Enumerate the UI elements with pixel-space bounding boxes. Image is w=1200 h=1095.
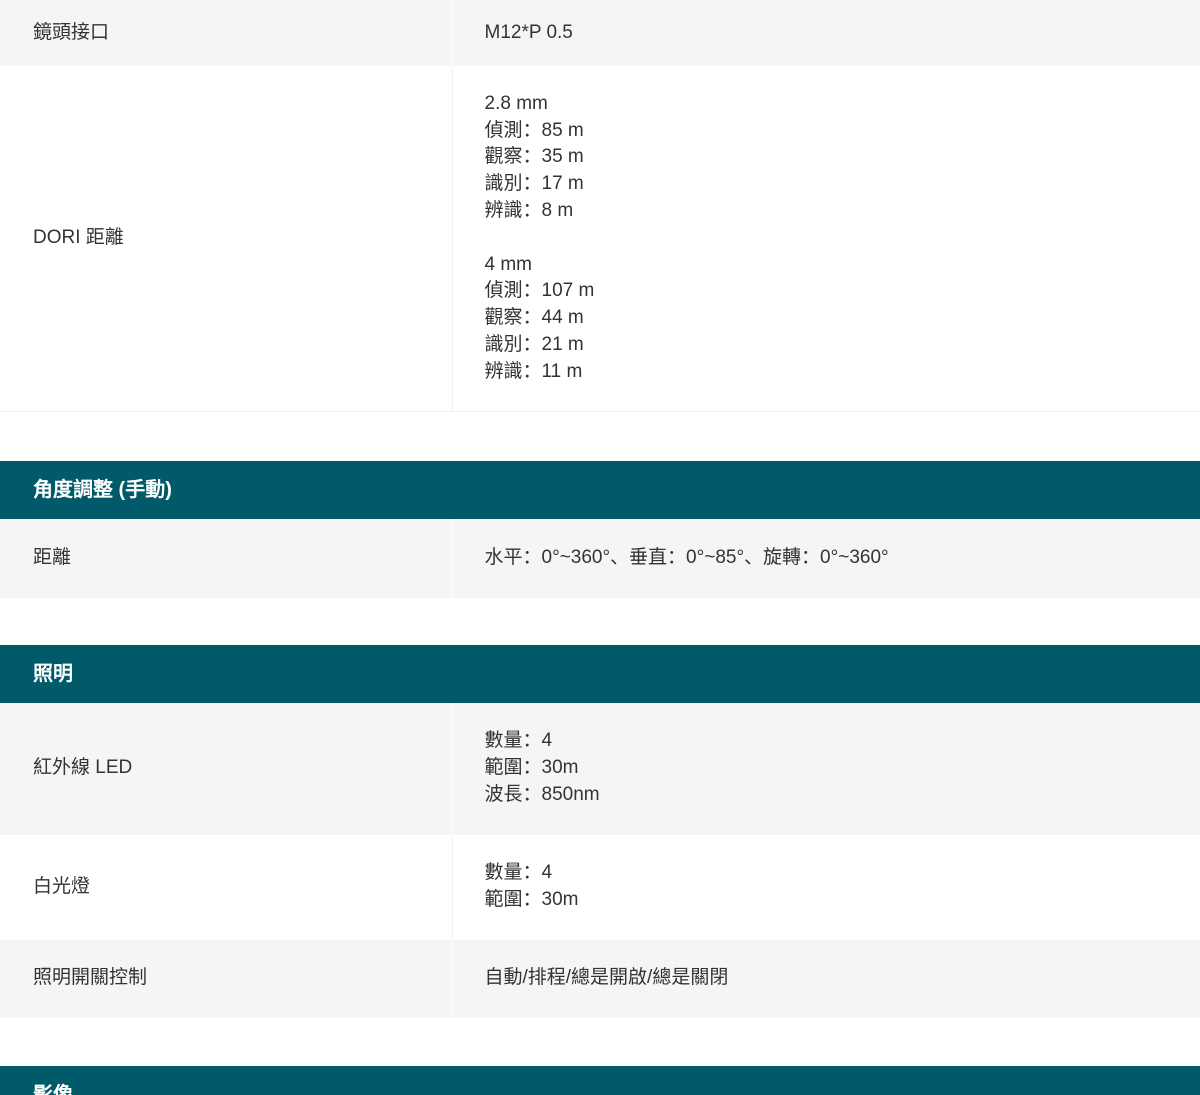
table-row: 白光燈 數量：4 範圍：30m [0,834,1200,940]
ir-led-line: 數量：4 [484,730,553,752]
lighting-section-header: 照明 [0,644,1200,703]
image-section-header: 影像 [0,1065,1200,1095]
lighting-spec-table: 紅外線 LED 數量：4 範圍：30m 波長：850nm 白光燈 數量：4 範圍… [0,702,1200,1018]
ir-led-line: 範圍：30m [484,757,579,779]
angle-range-value: 水平：0°~360°、垂直：0°~85°、旋轉：0°~360° [452,518,1200,598]
dori-line: 識別：21 m [484,334,584,356]
dori-line: 識別：17 m [484,173,584,195]
white-light-value: 數量：4 範圍：30m [452,834,1200,940]
dori-line: 辨識：11 m [484,360,583,382]
angle-range-label: 距離 [0,518,453,598]
dori-lens-heading: 2.8 mm [484,92,548,114]
dori-line: 觀察：44 m [484,307,584,329]
angle-section-header: 角度調整 (手動) [0,460,1200,519]
lens-interface-label: 鏡頭接口 [0,0,453,66]
dori-line: 偵測：85 m [484,119,584,141]
table-row: 距離 水平：0°~360°、垂直：0°~85°、旋轉：0°~360° [0,518,1200,598]
dori-lens-heading: 4 mm [484,253,533,275]
table-row: DORI 距離 2.8 mm 偵測：85 m 觀察：35 m 識別：17 m 辨… [0,66,1200,412]
table-row: 鏡頭接口 M12*P 0.5 [0,0,1200,66]
dori-line: 觀察：35 m [484,146,584,168]
lens-spec-table: 鏡頭接口 M12*P 0.5 DORI 距離 2.8 mm 偵測：85 m 觀察… [0,0,1200,412]
angle-spec-table: 距離 水平：0°~360°、垂直：0°~85°、旋轉：0°~360° [0,518,1200,598]
table-row: 紅外線 LED 數量：4 範圍：30m 波長：850nm [0,702,1200,835]
dori-group-gap [485,225,1200,252]
light-switch-value: 自動/排程/總是開啟/總是關閉 [452,939,1200,1018]
white-light-line: 範圍：30m [484,889,579,910]
dori-distance-label: DORI 距離 [0,66,453,412]
dori-line: 辨識：8 m [484,200,574,222]
white-light-line: 數量：4 [484,862,553,884]
dori-line: 偵測：107 m [484,280,595,302]
table-row: 照明開關控制 自動/排程/總是開啟/總是關閉 [0,939,1200,1018]
dori-distance-value: 2.8 mm 偵測：85 m 觀察：35 m 識別：17 m 辨識：8 m 4 … [452,66,1200,412]
spec-page: 鏡頭接口 M12*P 0.5 DORI 距離 2.8 mm 偵測：85 m 觀察… [0,0,1200,1095]
ir-led-value: 數量：4 範圍：30m 波長：850nm [452,702,1200,835]
light-switch-label: 照明開關控制 [0,939,453,1018]
ir-led-label: 紅外線 LED [0,702,453,835]
ir-led-line: 波長：850nm [484,783,600,805]
white-light-label: 白光燈 [0,834,453,940]
lens-interface-value: M12*P 0.5 [452,0,1200,66]
